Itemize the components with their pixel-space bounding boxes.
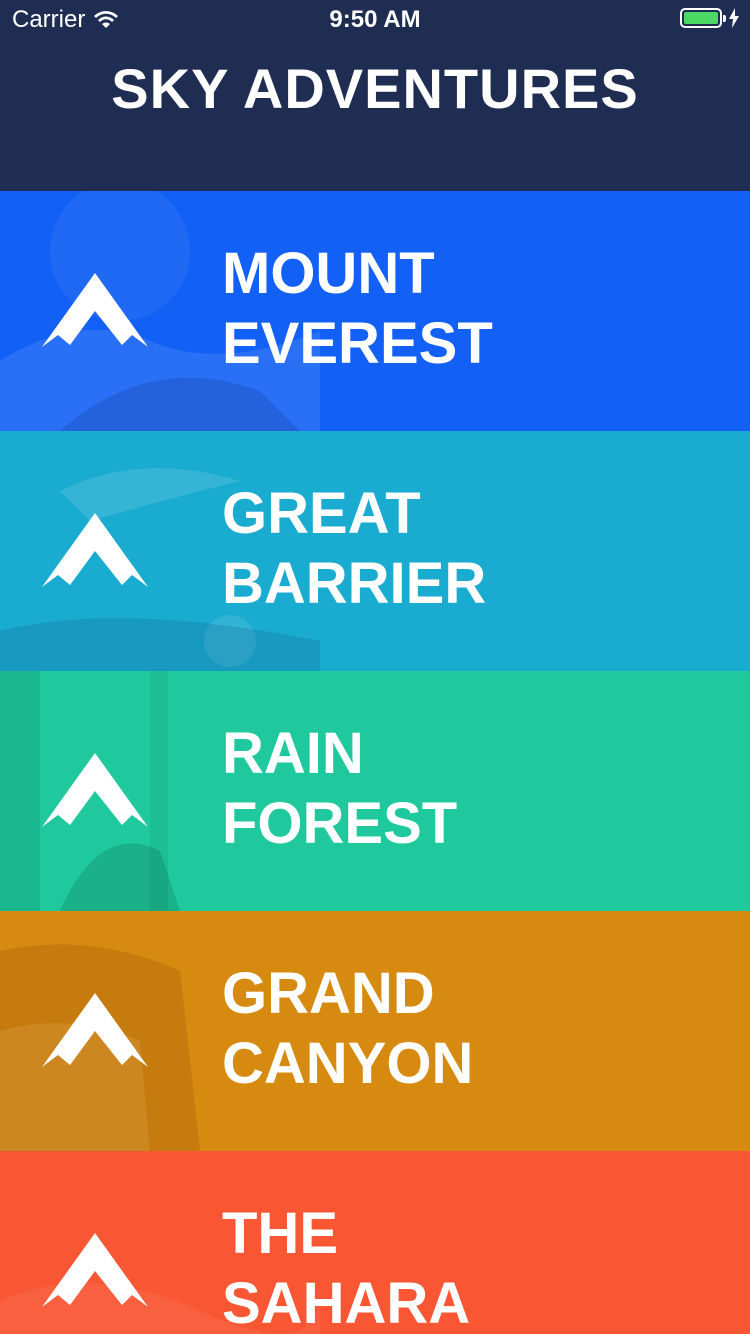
destination-name-line2: BARRIER [222,551,487,616]
destination-name-line1: RAIN [222,721,364,786]
destination-name-line1: GRAND [222,961,435,1026]
charging-bolt-icon [729,8,739,28]
battery-icon [680,8,726,28]
destination-name: GREAT BARRIER [222,479,486,619]
battery-indicator [680,8,740,28]
destination-name: RAIN FOREST [222,719,457,859]
mountain-icon [42,993,148,1067]
destination-row-grand-canyon[interactable]: GRAND CANYON [0,911,750,1151]
destination-row-mount-everest[interactable]: MOUNT EVEREST [0,191,750,431]
destination-list: MOUNT EVEREST GREAT BARRIER RAIN FOREST … [0,191,750,1334]
mountain-icon [42,513,148,587]
mountain-icon [42,273,148,347]
mountain-icon [42,753,148,827]
destination-name: GRAND CANYON [222,959,473,1099]
destination-name-line1: GREAT [222,481,421,546]
mountain-icon [42,1233,148,1307]
status-bar: Carrier 9:50 AM [0,0,750,40]
destination-name-line2: SAHARA [222,1271,471,1334]
destination-row-rain-forest[interactable]: RAIN FOREST [0,671,750,911]
destination-row-great-barrier[interactable]: GREAT BARRIER [0,431,750,671]
page-title: SKY ADVENTURES [111,57,639,120]
status-time: 9:50 AM [329,6,421,33]
destination-name-line2: FOREST [222,791,458,856]
destination-name: THE SAHARA [222,1199,470,1334]
destination-name-line1: MOUNT [222,241,435,306]
destination-name: MOUNT EVEREST [222,239,493,379]
destination-row-the-sahara[interactable]: THE SAHARA [0,1151,750,1334]
destination-name-line2: CANYON [222,1031,474,1096]
app-screen: SKY ADVENTURES Carrier 9:50 AM MOUNT EVE… [0,0,750,1334]
destination-name-line1: THE [222,1201,338,1266]
destination-name-line2: EVEREST [222,311,493,376]
